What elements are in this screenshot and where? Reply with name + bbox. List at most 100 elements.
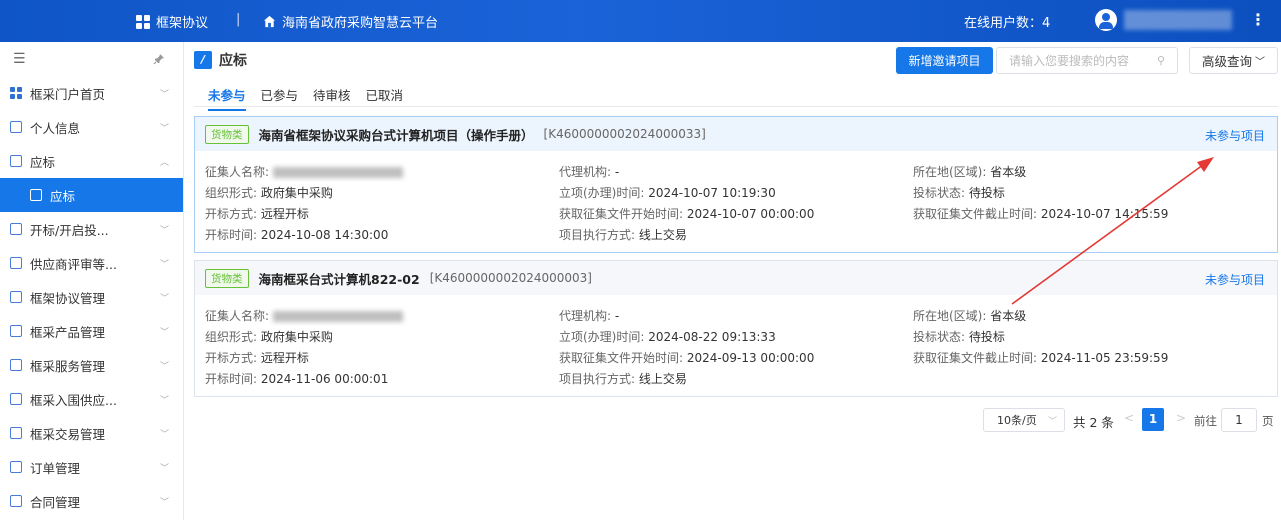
bid-status-field: 投标状态: 待投标 (913, 328, 1005, 345)
search-icon[interactable]: ⚲ (1157, 54, 1165, 67)
sidebar-item-shortlisted-suppliers[interactable]: 框采入围供应... ﹀ (0, 382, 183, 416)
project-title[interactable]: 海南省框架协议采购台式计算机项目（操作手册） (259, 125, 534, 144)
setup-time-field: 立项(办理)时间: 2024-10-07 10:19:30 (559, 184, 776, 201)
status-tabs: 未参与 已参与 待审核 已取消 (208, 85, 418, 111)
sidebar-item-bid-opening[interactable]: 开标/开启投... ﹀ (0, 212, 183, 246)
project-card[interactable]: 货物类 海南框采台式计算机822-02 [K460000000202400000… (194, 260, 1278, 397)
field-label: 项目执行方式: (559, 228, 636, 242)
project-card[interactable]: 货物类 海南省框架协议采购台式计算机项目（操作手册） [K46000000020… (194, 116, 1278, 253)
field-label: 立项(办理)时间: (559, 330, 645, 344)
sidebar-item-product-management[interactable]: 框采产品管理 ﹀ (0, 314, 183, 348)
field-label: 代理机构: (559, 309, 612, 323)
service-icon (10, 359, 22, 371)
not-participated-link[interactable]: 未参与项目 (1205, 271, 1265, 288)
product-icon (10, 325, 22, 337)
sidebar-item-label: 框采产品管理 (30, 324, 106, 340)
tab-participated[interactable]: 已参与 (261, 85, 299, 111)
field-label: 所在地(区域): (913, 309, 987, 323)
tab-divider (194, 106, 1278, 107)
not-participated-link[interactable]: 未参与项目 (1205, 127, 1265, 144)
project-card-header: 货物类 海南框采台式计算机822-02 [K460000000202400000… (195, 261, 1277, 295)
field-label: 项目执行方式: (559, 372, 636, 386)
chevron-down-icon: ﹀ (159, 328, 169, 338)
agreement-icon (10, 291, 22, 303)
tab-pending-review[interactable]: 待审核 (313, 85, 351, 111)
field-value: 2024-10-08 14:30:00 (260, 228, 389, 242)
chevron-down-icon: ﹀ (159, 260, 169, 270)
sidebar-item-label: 订单管理 (30, 460, 81, 476)
field-label: 征集人名称: (205, 309, 270, 323)
tab-cancelled[interactable]: 已取消 (366, 85, 404, 111)
org-form-field: 组织形式: 政府集中采购 (205, 328, 333, 345)
sidebar-header: ☰ (0, 42, 183, 76)
advanced-search-button[interactable]: 高级查询 ﹀ (1189, 47, 1278, 74)
page-suffix-label: 页 (1262, 414, 1274, 428)
platform-home-link[interactable]: 海南省政府采购智慧云平台 (263, 12, 438, 31)
bid-icon: / (194, 51, 212, 69)
page-title: / 应标 (194, 50, 247, 70)
sidebar-item-label: 供应商评审等... (30, 256, 117, 272)
sidebar-item-label: 开标/开启投... (30, 222, 109, 238)
sidebar-item-order-management[interactable]: 订单管理 ﹀ (0, 450, 183, 484)
field-label: 组织形式: (205, 330, 258, 344)
sidebar-item-transaction-management[interactable]: 框采交易管理 ﹀ (0, 416, 183, 450)
sidebar-item-framework-agreement[interactable]: 框架协议管理 ﹀ (0, 280, 183, 314)
sidebar-item-label: 框采服务管理 (30, 358, 106, 374)
next-page-icon[interactable]: > (1176, 411, 1186, 425)
field-value: 2024-08-22 09:13:33 (648, 330, 776, 344)
sidebar-item-supplier-review[interactable]: 供应商评审等... ﹀ (0, 246, 183, 280)
sidebar: ☰ 框采门户首页 ﹀ 个人信息 ﹀ 应标 ︿ 应标 开标/开启投... ﹀ 供应商评审等… (0, 42, 184, 520)
project-code: [K4600000002024000033] (543, 127, 706, 141)
search-input[interactable]: 请输入您要搜索的内容 ⚲ (996, 47, 1178, 74)
pin-icon[interactable] (153, 53, 165, 65)
field-value: 政府集中采购 (260, 186, 333, 200)
field-value: 2024-09-13 00:00:00 (686, 351, 815, 365)
grid-icon (10, 87, 22, 99)
document-icon (10, 155, 22, 167)
user-name-redacted[interactable] (1124, 10, 1232, 30)
sidebar-item-portal-home[interactable]: 框采门户首页 ﹀ (0, 76, 183, 110)
supplier-icon (10, 393, 22, 405)
sidebar-item-contract-management[interactable]: 合同管理 ﹀ (0, 484, 183, 518)
project-title[interactable]: 海南框采台式计算机822-02 (259, 269, 420, 288)
new-invite-project-button[interactable]: 新增邀请项目 (896, 47, 993, 74)
field-value: 省本级 (990, 309, 1027, 323)
field-value: 2024-11-05 23:59:59 (1040, 351, 1169, 365)
field-value: 2024-10-07 00:00:00 (686, 207, 815, 221)
region-field: 所在地(区域): 省本级 (913, 307, 1026, 324)
menu-toggle-icon[interactable]: ☰ (13, 51, 26, 67)
setup-time-field: 立项(办理)时间: 2024-08-22 09:13:33 (559, 328, 776, 345)
more-menu-icon[interactable]: ⋮ (1250, 10, 1266, 29)
sidebar-item-personal-info[interactable]: 个人信息 ﹀ (0, 110, 183, 144)
field-label: 组织形式: (205, 186, 258, 200)
review-icon (10, 257, 22, 269)
prev-page-icon[interactable]: < (1124, 411, 1134, 425)
agency-field: 代理机构: - (559, 307, 619, 324)
sidebar-item-label: 个人信息 (30, 120, 81, 136)
chevron-down-icon: ﹀ (159, 90, 169, 100)
field-label: 代理机构: (559, 165, 612, 179)
sidebar-item-bidding[interactable]: 应标 ︿ (0, 144, 183, 178)
tab-not-participated[interactable]: 未参与 (208, 85, 246, 111)
sidebar-item-service-management[interactable]: 框采服务管理 ﹀ (0, 348, 183, 382)
page-number-current[interactable]: 1 (1142, 408, 1164, 431)
chevron-down-icon: ﹀ (159, 362, 169, 372)
file-start-field: 获取征集文件开始时间: 2024-10-07 00:00:00 (559, 205, 814, 222)
redacted-value (273, 311, 404, 322)
goto-page-input[interactable]: 1 (1221, 408, 1257, 432)
sidebar-item-label: 应标 (50, 188, 76, 204)
field-label: 投标状态: (913, 330, 966, 344)
chevron-down-icon: ﹀ (159, 226, 169, 236)
field-label: 开标方式: (205, 207, 258, 221)
field-label: 征集人名称: (205, 165, 270, 179)
sidebar-item-label: 应标 (30, 154, 56, 170)
user-avatar[interactable] (1095, 9, 1117, 31)
app-switcher[interactable]: 框架协议 (136, 12, 208, 31)
field-label: 开标时间: (205, 228, 258, 242)
page-size-value: 10条/页 (997, 414, 1037, 427)
sidebar-subitem-bidding[interactable]: 应标 (0, 178, 183, 212)
exec-mode-field: 项目执行方式: 线上交易 (559, 226, 687, 243)
page-size-select[interactable]: 10条/页 ﹀ (983, 408, 1065, 432)
field-label: 开标方式: (205, 351, 258, 365)
field-label: 立项(办理)时间: (559, 186, 645, 200)
